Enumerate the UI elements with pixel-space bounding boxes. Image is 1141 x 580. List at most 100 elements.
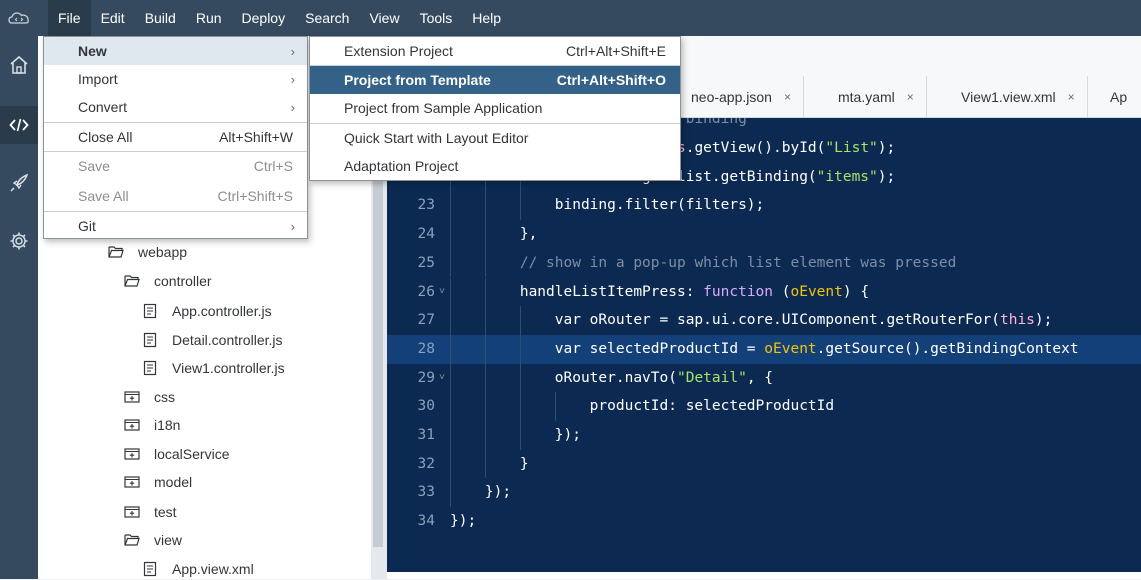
code-line[interactable]: 29 ˅ oRouter.navTo("Detail", { xyxy=(387,363,1141,393)
gear-icon[interactable] xyxy=(0,222,38,260)
menu-help[interactable]: Help xyxy=(462,0,511,36)
menu-view[interactable]: View xyxy=(359,0,409,36)
menu-item-adaptation-project[interactable]: Adaptation Project xyxy=(310,152,680,180)
close-icon[interactable]: × xyxy=(1068,90,1075,104)
tree-item-controller[interactable]: controller xyxy=(124,270,212,292)
menu-item-import[interactable]: Import › xyxy=(44,65,307,93)
code-text: binding.filter(filters); xyxy=(450,197,765,214)
tab-view1-view-xml[interactable]: View1.view.xml × xyxy=(949,76,1088,117)
tree-item-label: App.view.xml xyxy=(172,561,254,577)
menu-edit[interactable]: Edit xyxy=(91,0,135,36)
menu-item-git[interactable]: Git › xyxy=(44,212,307,240)
tree-item-detail-controller[interactable]: Detail.controller.js xyxy=(142,329,283,351)
close-icon[interactable]: × xyxy=(907,90,914,104)
code-text: }, xyxy=(450,226,538,243)
tab-label: mta.yaml xyxy=(838,88,895,105)
menu-item-save-all[interactable]: Save All Ctrl+Shift+S xyxy=(44,182,307,210)
menu-item-label: Extension Project xyxy=(344,43,453,59)
menu-item-project-from-sample[interactable]: Project from Sample Application xyxy=(310,94,680,122)
menu-item-shortcut: Ctrl+S xyxy=(253,158,293,174)
menu-item-label: New xyxy=(78,43,107,59)
menu-item-new[interactable]: New › xyxy=(44,37,307,65)
file-icon xyxy=(143,303,157,319)
line-number: 27 xyxy=(417,312,435,329)
line-number: 32 xyxy=(417,455,435,472)
tree-item-view[interactable]: view xyxy=(124,529,182,551)
menu-tools[interactable]: Tools xyxy=(410,0,463,36)
tree-item-label: Detail.controller.js xyxy=(172,332,283,348)
tree-item-app-controller[interactable]: App.controller.js xyxy=(142,300,272,322)
tree-item-label: localService xyxy=(154,446,230,462)
code-text: var oRouter = sap.ui.core.UIComponent.ge… xyxy=(450,312,1053,329)
code-line[interactable]: 34}); xyxy=(387,507,1141,536)
tree-item-localservice[interactable]: localService xyxy=(124,443,229,465)
menu-item-label: Git xyxy=(78,218,96,234)
code-line[interactable]: 26 ˅ handleListItemPress: function (oEven… xyxy=(387,277,1141,307)
line-number: 34 xyxy=(417,513,435,530)
tree-item-label: test xyxy=(154,504,177,520)
code-line[interactable]: 31 }); xyxy=(387,421,1141,450)
code-editor[interactable]: 20 // filter list binding21 var list = t… xyxy=(387,118,1141,572)
code-icon[interactable] xyxy=(0,106,38,144)
home-icon[interactable] xyxy=(0,46,38,84)
folder-closed-icon xyxy=(124,391,140,403)
menu-item-shortcut: Alt+Shift+W xyxy=(219,129,293,145)
menu-item-project-from-template[interactable]: Project from Template Ctrl+Alt+Shift+O xyxy=(310,66,680,94)
menu-item-close-all[interactable]: Close All Alt+Shift+W xyxy=(44,123,307,151)
tab-mta-yaml[interactable]: mta.yaml × xyxy=(826,76,927,117)
code-line[interactable]: 30 productId: selectedProductId xyxy=(387,392,1141,421)
folder-closed-icon xyxy=(124,448,140,460)
code-line[interactable]: 33 }); xyxy=(387,478,1141,508)
tree-item-webapp[interactable]: webapp xyxy=(108,241,187,263)
code-text: oRouter.navTo("Detail", { xyxy=(450,369,774,386)
menu-deploy[interactable]: Deploy xyxy=(232,0,296,36)
tab-label: neo-app.json xyxy=(691,88,772,105)
code-line[interactable]: 28 var selectedProductId = oEvent.getSou… xyxy=(387,334,1141,364)
folder-closed-icon xyxy=(124,476,140,488)
menu-item-save[interactable]: Save Ctrl+S xyxy=(44,152,307,180)
code-line[interactable]: 32 } xyxy=(387,449,1141,479)
code-line[interactable]: 23 binding.filter(filters); xyxy=(387,191,1141,221)
code-text: } xyxy=(450,455,529,472)
folder-open-icon xyxy=(108,246,124,258)
line-number: 25 xyxy=(417,254,435,271)
tree-item-app-view[interactable]: App.view.xml xyxy=(142,558,254,580)
fold-toggle-icon[interactable]: ˅ xyxy=(439,278,445,307)
menu-item-convert[interactable]: Convert › xyxy=(44,93,307,121)
line-number: 31 xyxy=(417,427,435,443)
menu-item-extension-project[interactable]: Extension Project Ctrl+Alt+Shift+E xyxy=(310,37,680,65)
tree-item-i18n[interactable]: i18n xyxy=(124,414,180,436)
rocket-icon[interactable] xyxy=(0,164,38,202)
menu-run[interactable]: Run xyxy=(186,0,232,36)
code-line[interactable]: 27 var oRouter = sap.ui.core.UIComponent… xyxy=(387,306,1141,335)
code-text: }); xyxy=(450,484,512,501)
tree-item-label: css xyxy=(154,389,175,405)
tree-item-label: controller xyxy=(154,273,212,289)
menu-build[interactable]: Build xyxy=(135,0,186,36)
chevron-right-icon: › xyxy=(290,218,295,234)
tree-item-model[interactable]: model xyxy=(124,471,192,493)
close-icon[interactable]: × xyxy=(784,90,791,104)
menu-file[interactable]: File xyxy=(48,0,91,36)
tree-item-css[interactable]: css xyxy=(124,386,175,408)
tab-neo-app-json[interactable]: neo-app.json × xyxy=(679,76,804,117)
fold-toggle-icon[interactable]: ˅ xyxy=(439,364,445,393)
tree-item-label: i18n xyxy=(154,417,181,433)
menu-item-shortcut: Ctrl+Shift+S xyxy=(217,188,293,204)
tree-item-view1-controller[interactable]: View1.controller.js xyxy=(142,357,285,379)
code-text: handleListItemPress: function (oEvent) { xyxy=(450,283,870,300)
code-text: var selectedProductId = oEvent.getSource… xyxy=(450,340,1079,357)
sap-web-ide-logo-icon[interactable] xyxy=(0,0,38,36)
code-line[interactable]: 25 // show in a pop-up which list elemen… xyxy=(387,248,1141,278)
code-text: }); xyxy=(450,513,477,530)
menu-item-label: Convert xyxy=(78,99,128,115)
menu-search[interactable]: Search xyxy=(295,0,359,36)
menu-item-quick-start-layout-editor[interactable]: Quick Start with Layout Editor xyxy=(310,124,680,152)
code-line[interactable]: 24 }, xyxy=(387,220,1141,249)
tab-app[interactable]: Ap xyxy=(1098,76,1140,117)
tab-label: View1.view.xml xyxy=(961,88,1056,105)
tree-item-test[interactable]: test xyxy=(124,501,177,523)
line-number: 23 xyxy=(417,197,435,214)
line-number: 30 xyxy=(417,398,435,415)
tree-item-label: App.controller.js xyxy=(172,303,272,319)
